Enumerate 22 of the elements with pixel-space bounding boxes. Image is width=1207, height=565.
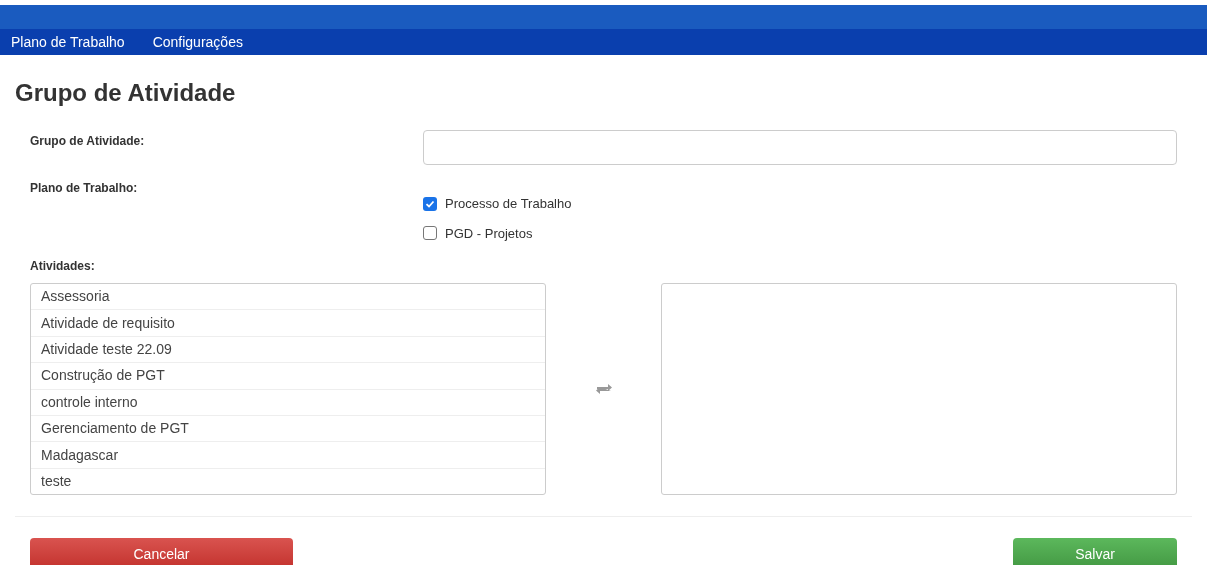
checkbox-label: PGD - Projetos: [445, 224, 533, 243]
checkbox[interactable]: [423, 226, 437, 241]
list-item[interactable]: Atividade teste 22.09: [31, 336, 545, 364]
list-item[interactable]: Madagascar: [31, 442, 545, 469]
list-item[interactable]: teste: [31, 468, 545, 494]
checkbox-label: Processo de Trabalho: [445, 195, 572, 213]
checkbox[interactable]: [423, 196, 437, 211]
list-item[interactable]: Gerenciamento de PGT: [31, 415, 545, 443]
page-title: Grupo de Atividade: [15, 79, 236, 107]
swap-icon[interactable]: [594, 383, 613, 395]
field-label: Plano de Trabalho:: [30, 180, 139, 197]
list-item[interactable]: Assessoria: [31, 284, 545, 311]
input-field[interactable]: [423, 130, 1177, 165]
list-item[interactable]: controle interno: [31, 389, 545, 416]
checkmark-icon: [425, 198, 435, 209]
nav-link[interactable]: Configurações: [152, 31, 243, 53]
field-label: Grupo de Atividade:: [30, 133, 146, 150]
cancel-button[interactable]: Cancelar: [30, 538, 293, 565]
list-item[interactable]: Atividade de requisito: [31, 310, 545, 337]
list-item[interactable]: Construção de PGT: [31, 363, 545, 390]
nav-link[interactable]: Plano de Trabalho: [11, 31, 125, 53]
field-label: Atividades:: [30, 258, 95, 275]
